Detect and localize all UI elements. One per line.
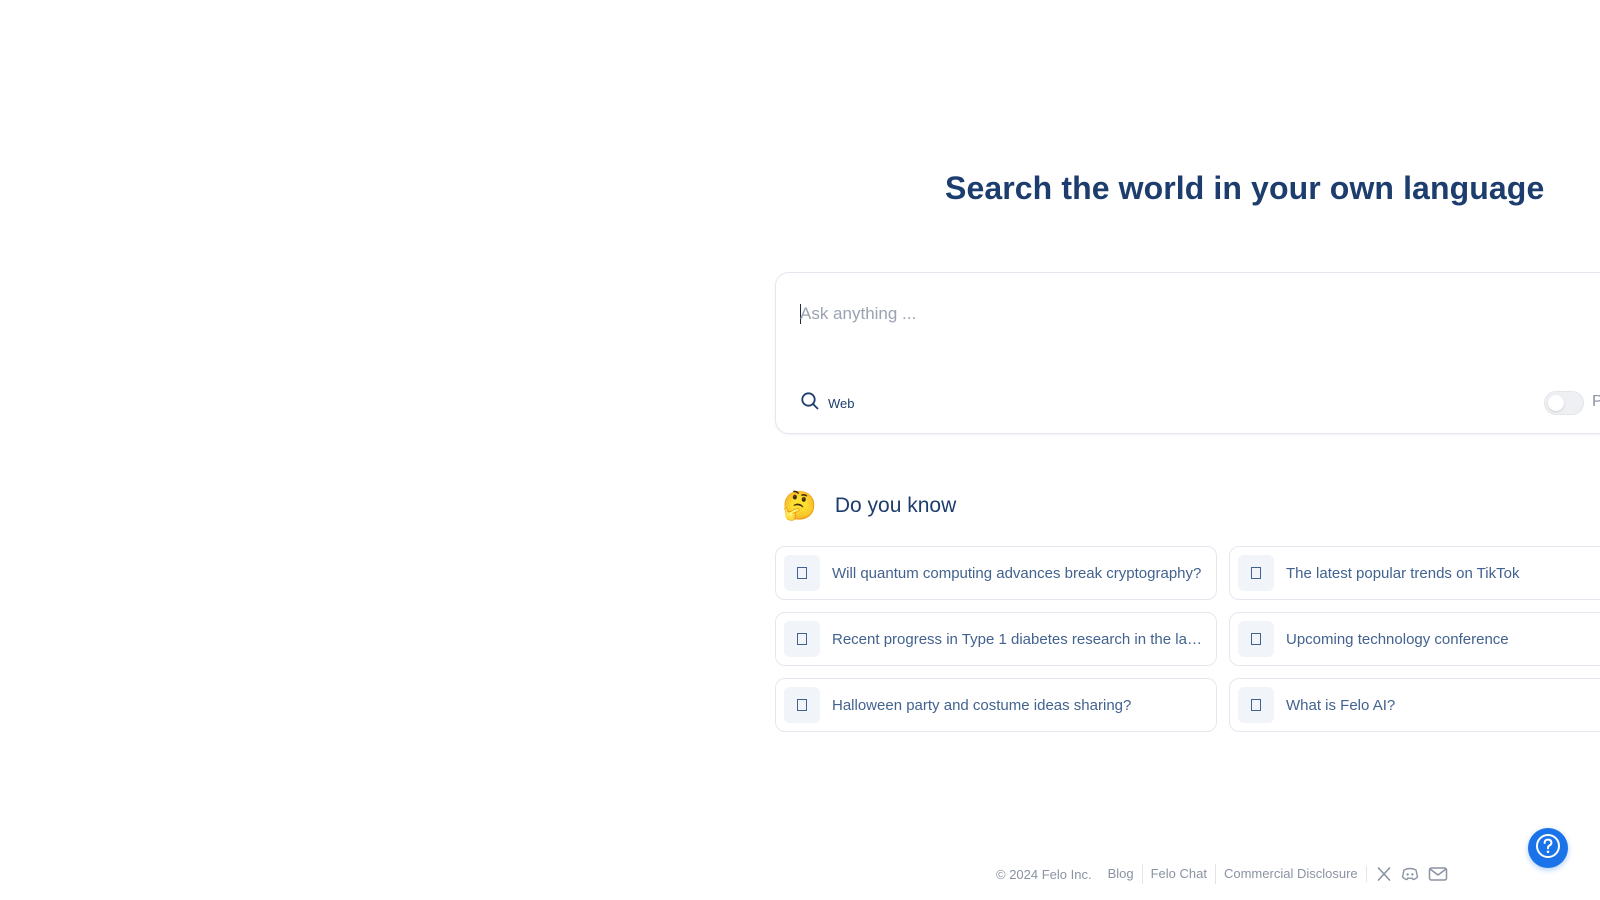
thinking-face-icon: 🤔 — [782, 490, 817, 521]
footer-link-felo-chat[interactable]: Felo Chat — [1141, 864, 1215, 884]
social-links — [1365, 866, 1448, 882]
suggestion-icon — [1238, 687, 1274, 723]
help-icon — [1534, 832, 1562, 865]
suggestion-card[interactable]: Upcoming technology conference — [1229, 612, 1600, 666]
footer-link-blog[interactable]: Blog — [1108, 864, 1142, 884]
footer: © 2024 Felo Inc. Blog Felo Chat Commerci… — [996, 864, 1448, 884]
page: Search the world in your own language We… — [0, 0, 1600, 900]
search-icon — [800, 391, 820, 416]
web-source-button[interactable]: Web — [800, 391, 855, 416]
suggestion-card[interactable]: What is Felo AI? — [1229, 678, 1600, 732]
suggestion-label: Recent progress in Type 1 diabetes resea… — [832, 630, 1216, 648]
suggestion-icon — [784, 621, 820, 657]
page-title: Search the world in your own language — [945, 170, 1545, 206]
suggestion-card[interactable]: The latest popular trends on TikTok — [1229, 546, 1600, 600]
suggestion-label: Halloween party and costume ideas sharin… — [832, 696, 1132, 714]
mail-icon[interactable] — [1428, 866, 1448, 882]
x-icon[interactable] — [1376, 866, 1392, 882]
toggle-knob — [1548, 395, 1564, 411]
suggestion-label: The latest popular trends on TikTok — [1286, 564, 1520, 582]
suggestion-icon — [1238, 621, 1274, 657]
search-input[interactable] — [800, 299, 1560, 329]
do-you-know-header: 🤔 Do you know — [782, 490, 956, 522]
pro-toggle[interactable] — [1544, 391, 1584, 415]
suggestion-card[interactable]: Halloween party and costume ideas sharin… — [775, 678, 1217, 732]
toggle-label: P — [1592, 393, 1600, 410]
discord-icon[interactable] — [1401, 866, 1419, 882]
suggestion-icon — [784, 687, 820, 723]
suggestion-card[interactable]: Recent progress in Type 1 diabetes resea… — [775, 612, 1217, 666]
suggestion-icon — [784, 555, 820, 591]
suggestion-label: Will quantum computing advances break cr… — [832, 564, 1202, 582]
search-card: Web P — [775, 272, 1600, 434]
copyright: © 2024 Felo Inc. — [996, 866, 1092, 882]
footer-link-commercial-disclosure[interactable]: Commercial Disclosure — [1214, 864, 1366, 884]
do-you-know-title: Do you know — [834, 494, 957, 517]
suggestion-label: What is Felo AI? — [1286, 696, 1396, 714]
web-source-label: Web — [828, 396, 855, 411]
help-button[interactable] — [1528, 828, 1568, 868]
suggestion-icon — [1238, 555, 1274, 591]
suggestion-card[interactable]: Will quantum computing advances break cr… — [775, 546, 1217, 600]
suggestion-label: Upcoming technology conference — [1286, 630, 1509, 648]
